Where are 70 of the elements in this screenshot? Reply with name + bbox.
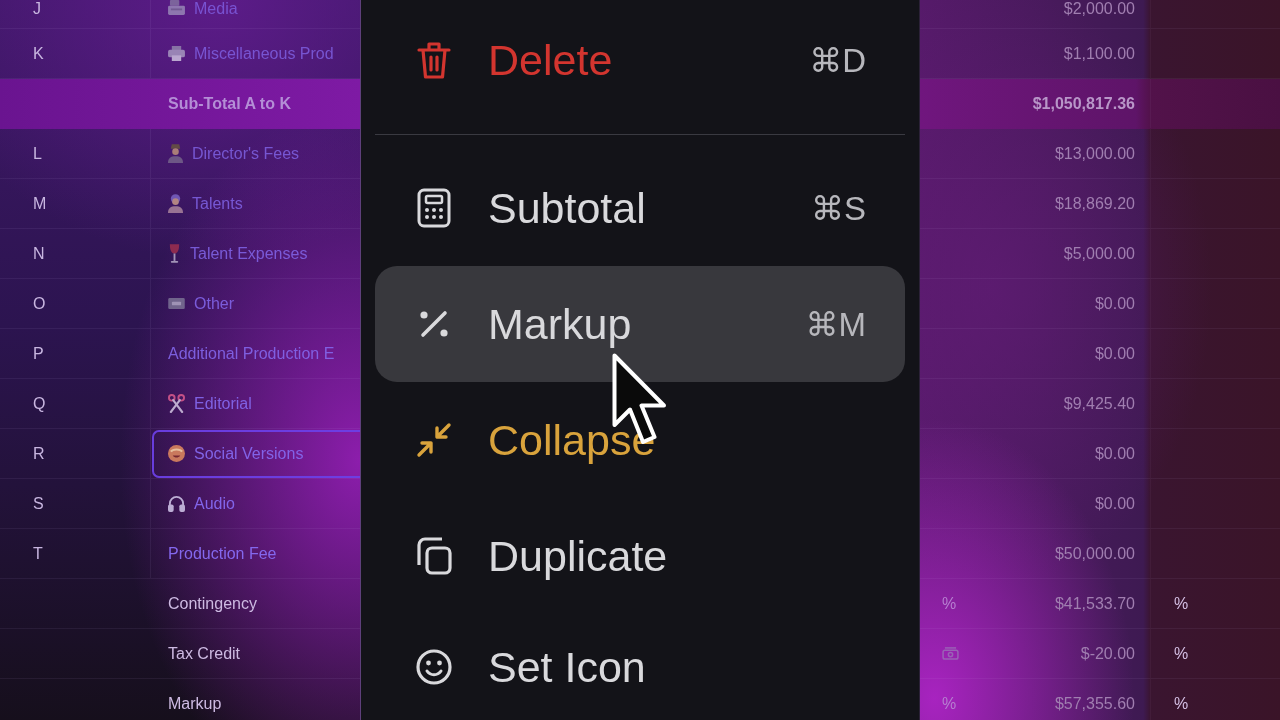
- category-cell[interactable]: Production Fee: [152, 529, 360, 578]
- amount-value: $1,100.00: [1063, 44, 1135, 63]
- row-letter: R: [33, 444, 45, 463]
- row-letter: J: [33, 0, 41, 18]
- row-letter: T: [33, 544, 43, 563]
- shortcut-label: ⌘D: [809, 40, 866, 80]
- category-cell[interactable]: Markup: [152, 679, 360, 720]
- menu-item[interactable]: Set Icon: [375, 614, 905, 720]
- amount-value: $41,533.70: [1054, 594, 1135, 613]
- row-letter: M: [33, 194, 47, 213]
- person-icon: [168, 194, 183, 213]
- amount-value: $18,869.20: [1054, 194, 1135, 213]
- percent-symbol: %: [942, 694, 957, 713]
- category-cell[interactable]: Miscellaneous Prod: [152, 29, 360, 78]
- unit-label: %: [1174, 644, 1189, 663]
- shortcut-label: ⌘S: [811, 188, 866, 228]
- row-letter: O: [33, 294, 46, 313]
- scissors-icon: [168, 394, 185, 413]
- row-letter: K: [33, 44, 44, 63]
- row-letter: N: [33, 244, 45, 263]
- copy-icon: [416, 536, 452, 576]
- amount-value: $13,000.00: [1054, 144, 1135, 163]
- headphones-icon: [168, 495, 185, 512]
- unit-label: %: [1174, 594, 1189, 613]
- amount-value: $9,425.40: [1063, 394, 1135, 413]
- category-cell[interactable]: Additional Production E: [152, 329, 360, 378]
- category-cell[interactable]: Editorial: [152, 379, 360, 428]
- category-cell[interactable]: Director's Fees: [152, 129, 360, 178]
- amount-value: $0.00: [1094, 344, 1135, 363]
- smiling-face-icon: [168, 445, 185, 462]
- person-icon: [168, 144, 183, 163]
- shortcut-label: ⌘M: [805, 304, 866, 344]
- row-letter: Q: [33, 394, 46, 413]
- boxes-icon: [168, 0, 185, 15]
- unit-label: %: [1174, 694, 1189, 713]
- printer-icon: [168, 46, 185, 61]
- amount-value: $5,000.00: [1063, 244, 1135, 263]
- ticket-icon: [168, 298, 185, 309]
- trash-icon: [416, 40, 452, 80]
- category-cell[interactable]: Tax Credit: [152, 629, 360, 678]
- menu-item[interactable]: Duplicate: [375, 498, 905, 614]
- amount-value: $50,000.00: [1054, 544, 1135, 563]
- arrows-inward-icon: [416, 420, 452, 460]
- amount-value: $2,000.00: [1063, 0, 1135, 18]
- amount-value: $-20.00: [1080, 644, 1135, 663]
- amount-value: $0.00: [1094, 444, 1135, 463]
- calculator-icon: [416, 188, 452, 228]
- amount-value: $0.00: [1094, 494, 1135, 513]
- category-cell[interactable]: Media: [152, 0, 360, 25]
- menu-item[interactable]: Collapse: [375, 382, 905, 498]
- percent-symbol: %: [942, 594, 957, 613]
- category-cell[interactable]: Contingency: [152, 579, 360, 628]
- smiley-icon: [416, 647, 452, 687]
- category-cell[interactable]: Talents: [152, 179, 360, 228]
- wine-glass-icon: [168, 244, 181, 263]
- row-letter: L: [33, 144, 42, 163]
- category-cell[interactable]: Social Versions: [152, 429, 360, 478]
- menu-item[interactable]: Markup ⌘M: [375, 266, 905, 382]
- category-cell[interactable]: Talent Expenses: [152, 229, 360, 278]
- category-cell[interactable]: Audio: [152, 479, 360, 528]
- amount-value: $1,050,817.36: [1032, 94, 1135, 113]
- category-cell[interactable]: Sub-Total A to K: [152, 79, 360, 128]
- amount-value: $57,355.60: [1054, 694, 1135, 713]
- row-letter: S: [33, 494, 44, 513]
- banknote-icon: [942, 647, 959, 660]
- row-letter: P: [33, 344, 44, 363]
- menu-item[interactable]: Subtotal ⌘S: [375, 150, 905, 266]
- menu-item[interactable]: Delete ⌘D: [375, 2, 905, 118]
- amount-value: $0.00: [1094, 294, 1135, 313]
- category-cell[interactable]: Other: [152, 279, 360, 328]
